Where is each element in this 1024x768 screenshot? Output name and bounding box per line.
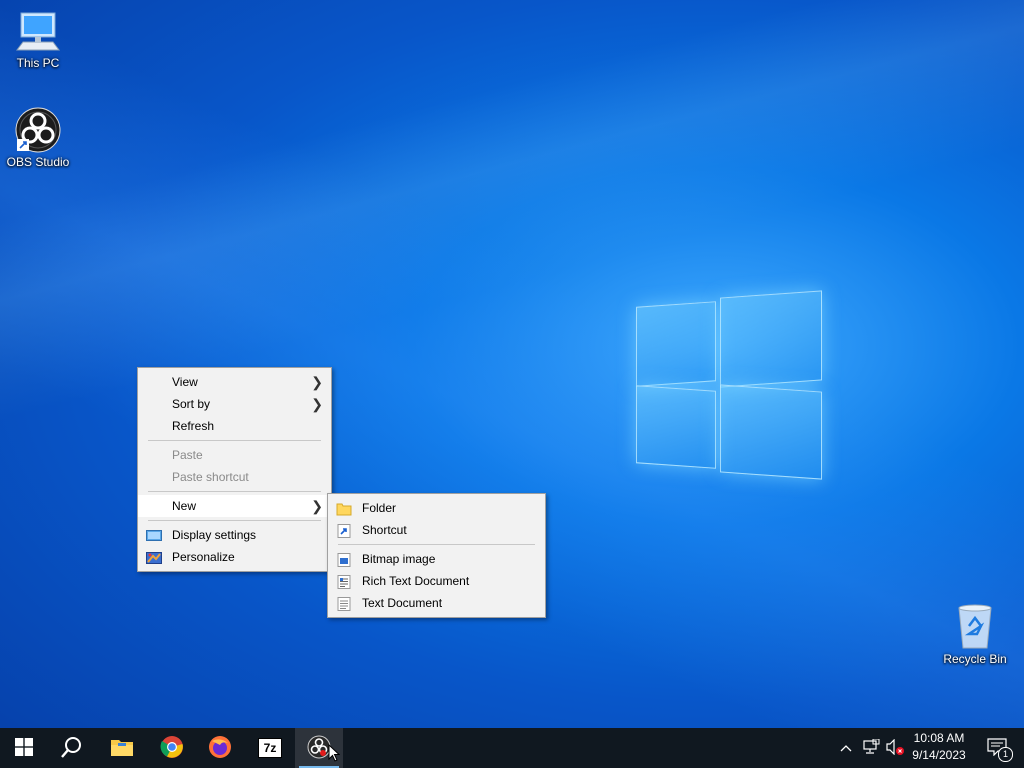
desktop-icon-label: OBS Studio [6, 155, 70, 169]
menu-item-label: Shortcut [362, 523, 407, 537]
menu-item-paste[interactable]: Paste [138, 444, 331, 466]
volume-muted-icon [885, 738, 905, 758]
menu-item-label: Refresh [172, 419, 215, 433]
menu-item-view[interactable]: View ❯ [138, 371, 331, 393]
taskbar: 7z 10:08 AM 9/14/2023 1 [0, 728, 1024, 768]
action-center-button[interactable]: 1 [978, 728, 1018, 768]
menu-item-refresh[interactable]: Refresh [138, 415, 331, 437]
menu-item-sort-by[interactable]: Sort by ❯ [138, 393, 331, 415]
menu-item-label: Paste shortcut [172, 470, 249, 484]
clock-date: 9/14/2023 [912, 748, 966, 762]
submenu-item-text-document[interactable]: Text Document [328, 592, 545, 614]
menu-item-label: Personalize [172, 550, 235, 564]
desktop-icon-obs-studio[interactable]: OBS Studio [0, 107, 76, 169]
menu-item-label: Rich Text Document [362, 574, 470, 588]
submenu-item-folder[interactable]: Folder [328, 497, 545, 519]
chrome-icon [160, 735, 184, 762]
desktop-icon-recycle-bin[interactable]: Recycle Bin [937, 602, 1013, 666]
personalize-icon [146, 550, 162, 564]
windows-start-icon [15, 737, 33, 759]
menu-item-label: Paste [172, 448, 203, 462]
menu-separator [338, 544, 535, 545]
chevron-right-icon: ❯ [311, 396, 323, 412]
menu-item-label: Folder [362, 501, 397, 515]
7zip-icon: 7z [258, 738, 282, 758]
taskbar-app-7zip[interactable]: 7z [246, 728, 294, 768]
folder-icon [336, 501, 352, 516]
start-button[interactable] [0, 728, 48, 768]
firefox-icon [208, 735, 232, 762]
desktop-context-menu: View ❯ Sort by ❯ Refresh Paste Paste sho… [137, 367, 332, 572]
menu-separator [148, 440, 321, 441]
menu-item-label: Display settings [172, 528, 257, 542]
obs-icon [15, 107, 61, 153]
taskbar-app-firefox[interactable] [196, 728, 244, 768]
chevron-right-icon: ❯ [311, 498, 323, 514]
desktop-icon-label: This PC [16, 56, 60, 70]
taskbar-clock[interactable]: 10:08 AM 9/14/2023 [904, 730, 974, 764]
menu-item-new[interactable]: New ❯ [138, 495, 331, 517]
menu-separator [148, 491, 321, 492]
network-icon [862, 738, 880, 758]
folder-icon [110, 737, 134, 760]
tray-overflow-button[interactable] [836, 728, 856, 768]
taskbar-app-file-explorer[interactable] [98, 728, 146, 768]
notification-icon: 1 [987, 738, 1013, 762]
submenu-item-rich-text-document[interactable]: Rich Text Document [328, 570, 545, 592]
chevron-up-icon [840, 741, 852, 755]
display-settings-icon [146, 528, 162, 542]
new-submenu: Folder Shortcut Bitmap image Rich Text D… [327, 493, 546, 618]
bitmap-icon [336, 552, 352, 567]
text-document-icon [336, 596, 352, 611]
monitor-icon [15, 10, 61, 54]
search-button[interactable] [48, 728, 96, 768]
wallpaper-windows-logo [636, 290, 822, 480]
menu-item-label: Bitmap image [362, 552, 436, 566]
desktop-icon-this-pc[interactable]: This PC [0, 10, 76, 70]
rtf-document-icon [336, 574, 352, 589]
recycle-bin-icon [955, 602, 995, 650]
shortcut-icon [336, 523, 352, 538]
menu-item-paste-shortcut[interactable]: Paste shortcut [138, 466, 331, 488]
menu-separator [148, 520, 321, 521]
desktop-icon-label: Recycle Bin [943, 652, 1007, 666]
menu-item-label: New [172, 499, 197, 513]
taskbar-app-chrome[interactable] [148, 728, 196, 768]
clock-time: 10:08 AM [913, 731, 965, 745]
menu-item-display-settings[interactable]: Display settings [138, 524, 331, 546]
submenu-item-bitmap-image[interactable]: Bitmap image [328, 548, 545, 570]
menu-item-personalize[interactable]: Personalize [138, 546, 331, 568]
search-icon [61, 736, 83, 761]
menu-item-label: View [172, 375, 198, 389]
menu-item-label: Sort by [172, 397, 211, 411]
submenu-item-shortcut[interactable]: Shortcut [328, 519, 545, 541]
menu-item-label: Text Document [362, 596, 443, 610]
tray-network-button[interactable] [860, 728, 882, 768]
notification-count-badge: 1 [998, 747, 1013, 762]
chevron-right-icon: ❯ [311, 374, 323, 390]
mouse-cursor-icon [328, 743, 341, 765]
tray-volume-button[interactable] [884, 728, 906, 768]
